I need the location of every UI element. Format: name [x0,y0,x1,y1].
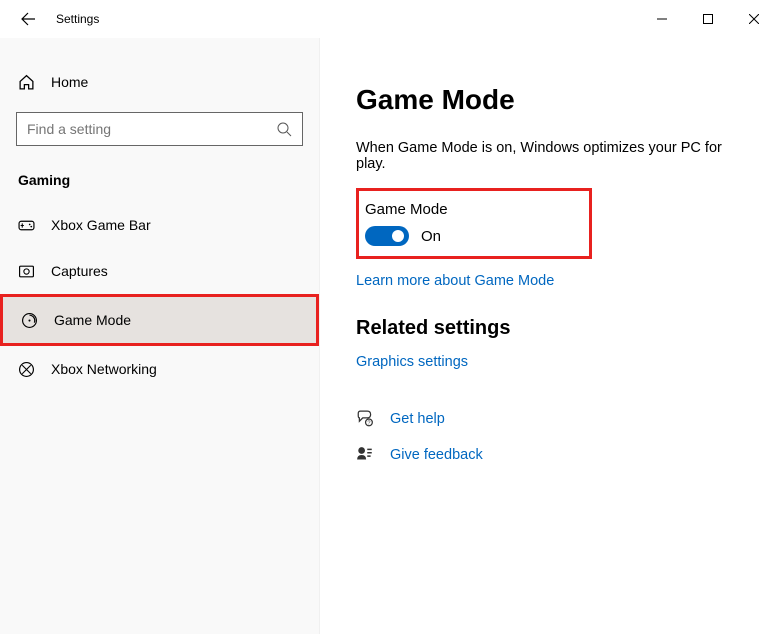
xbox-networking-icon [18,361,35,378]
window-controls [639,0,777,38]
window-title: Settings [56,12,99,26]
page-description: When Game Mode is on, Windows optimizes … [356,140,741,172]
related-settings-heading: Related settings [356,317,741,340]
sidebar-home-label: Home [51,74,88,90]
search-input-container[interactable] [16,112,303,146]
body: Home Gaming Xbox Game Bar Captures Game … [0,38,777,634]
search-input[interactable] [27,121,276,137]
highlight-game-mode-nav: Game Mode [0,294,319,346]
captures-icon [18,263,35,280]
maximize-button[interactable] [685,0,731,38]
toggle-state: On [421,228,441,245]
graphics-settings-link[interactable]: Graphics settings [356,354,741,370]
get-help-row[interactable]: ? Get help [356,410,741,428]
minimize-icon [657,14,667,24]
sidebar-item-label: Captures [51,263,108,279]
sidebar-section-title: Gaming [0,154,319,202]
sidebar-item-game-mode[interactable]: Game Mode [3,297,316,343]
game-mode-icon [21,312,38,329]
sidebar: Home Gaming Xbox Game Bar Captures Game … [0,38,320,634]
titlebar: Settings [0,0,777,38]
give-feedback-label: Give feedback [390,447,483,463]
minimize-button[interactable] [639,0,685,38]
content: Game Mode When Game Mode is on, Windows … [320,38,777,634]
give-feedback-row[interactable]: Give feedback [356,446,741,464]
learn-more-link[interactable]: Learn more about Game Mode [356,273,741,289]
maximize-icon [703,14,713,24]
sidebar-item-label: Game Mode [54,312,131,328]
give-feedback-icon [356,446,374,464]
sidebar-item-captures[interactable]: Captures [0,248,319,294]
get-help-label: Get help [390,411,445,427]
page-title: Game Mode [356,84,741,116]
arrow-left-icon [20,11,36,27]
highlight-toggle-box: Game Mode On [356,188,592,259]
game-mode-toggle[interactable] [365,226,409,246]
home-icon [18,74,35,91]
get-help-icon: ? [356,410,374,428]
svg-text:?: ? [367,421,370,427]
sidebar-item-xbox-game-bar[interactable]: Xbox Game Bar [0,202,319,248]
sidebar-item-label: Xbox Game Bar [51,217,151,233]
toggle-row: On [365,226,579,246]
sidebar-home[interactable]: Home [0,62,319,102]
game-bar-icon [18,217,35,234]
sidebar-item-xbox-networking[interactable]: Xbox Networking [0,346,319,392]
search-icon [276,121,292,137]
back-button[interactable] [8,0,48,38]
toggle-knob [392,230,404,242]
sidebar-item-label: Xbox Networking [51,361,157,377]
close-button[interactable] [731,0,777,38]
close-icon [749,14,759,24]
toggle-label: Game Mode [365,201,579,218]
search-wrap [0,102,319,154]
